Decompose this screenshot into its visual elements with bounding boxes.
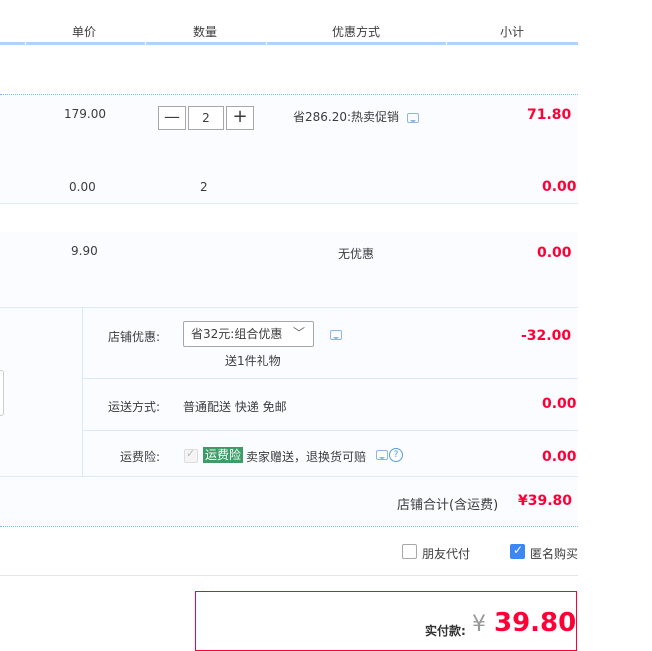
item-subtotal: 71.80 (527, 107, 572, 123)
shop-discount-value: -32.00 (521, 328, 572, 344)
insurance-label: 运费险: (120, 450, 161, 464)
chevron-down-icon: ﹀ (292, 326, 305, 340)
promo-text: 无优惠 (338, 247, 375, 261)
shipping-label: 运送方式: (108, 400, 161, 414)
payment-label: 实付款: (425, 624, 466, 638)
col-subtotal-header: 小计 (500, 25, 525, 39)
qty-minus-button[interactable]: — (158, 106, 186, 130)
currency-symbol: ¥ (472, 612, 486, 637)
qty-plus-button[interactable]: + (226, 106, 254, 130)
insurance-cost: 0.00 (542, 449, 577, 465)
chat-icon[interactable] (376, 450, 388, 460)
insurance-badge: 运费险 (203, 447, 244, 463)
shop-discount-select[interactable]: 省32元:组合优惠 ﹀ (183, 321, 314, 347)
chat-icon[interactable] (407, 113, 419, 123)
friend-pay-checkbox[interactable] (402, 544, 417, 559)
unit-price: 179.00 (64, 107, 106, 121)
unit-price: 0.00 (69, 180, 96, 194)
shop-discount-select-value: 省32元:组合优惠 (191, 327, 283, 341)
chat-icon[interactable] (330, 330, 342, 340)
unit-price: 9.90 (71, 244, 98, 258)
gift-note: 送1件礼物 (225, 354, 281, 368)
anonymous-checkbox[interactable]: ✓ (510, 543, 525, 559)
insurance-text: 卖家赠送，退换货可赔 (246, 450, 367, 464)
anonymous-label[interactable]: 匿名购买 (530, 545, 578, 562)
item-subtotal: 0.00 (542, 179, 577, 195)
friend-pay-label[interactable]: 朋友代付 (422, 545, 470, 562)
shipping-cost: 0.00 (542, 396, 577, 412)
shop-total-value: ¥39.80 (518, 493, 573, 509)
col-qty-header: 数量 (193, 25, 218, 39)
help-icon[interactable]: ? (389, 448, 403, 462)
qty-input[interactable]: 2 (188, 106, 224, 130)
shop-discount-label: 店铺优惠: (108, 330, 161, 344)
shop-total-label: 店铺合计(含运费) (397, 498, 499, 513)
col-price-header: 单价 (72, 25, 97, 39)
item-subtotal: 0.00 (537, 245, 572, 261)
checkmark-icon: ✓ (513, 543, 524, 557)
table-header: 单价 数量 优惠方式 小计 (0, 0, 578, 45)
col-promo-header: 优惠方式 (332, 25, 381, 39)
checkmark-icon: ✓ (186, 447, 196, 460)
shipping-value: 普通配送 快递 免邮 (183, 400, 287, 414)
payment-amount: 39.80 (494, 608, 577, 638)
item-qty: 2 (200, 180, 208, 194)
promo-text: 省286.20:热卖促销 (293, 110, 400, 124)
insurance-checkbox[interactable]: ✓ (184, 447, 198, 463)
